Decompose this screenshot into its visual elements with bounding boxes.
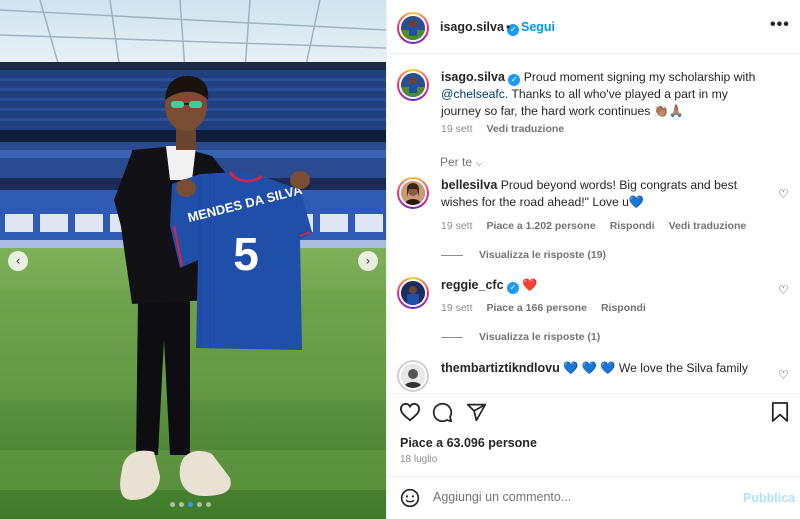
comment-time: 19 sett	[441, 302, 473, 314]
chevron-right-icon[interactable]: ›	[358, 251, 378, 271]
verified-icon: ✓	[508, 74, 521, 86]
carousel-dot[interactable]	[197, 502, 202, 507]
comment-username[interactable]: thembartiztikndlovu	[441, 361, 560, 375]
follow-button[interactable]: Segui	[521, 20, 555, 34]
post-media[interactable]: MENDES DA SILVA 5 ‹ ›	[0, 0, 386, 519]
comment-meta: 19 sett Piace a 1.202 persone Rispondi V…	[441, 220, 746, 232]
more-options-icon[interactable]: •••	[770, 16, 790, 34]
post-photo: MENDES DA SILVA 5	[0, 0, 386, 519]
emoji-icon[interactable]	[400, 488, 420, 508]
avatar[interactable]	[397, 177, 429, 209]
separator-dot: •	[506, 20, 511, 34]
replies-line	[441, 336, 463, 338]
heart-outline-icon[interactable]: ♡	[778, 283, 789, 297]
carousel-dots	[170, 502, 211, 507]
carousel-dot[interactable]	[179, 502, 184, 507]
jersey-number: 5	[233, 228, 259, 280]
translate-link[interactable]: Vedi traduzione	[669, 220, 747, 232]
translate-link[interactable]: Vedi traduzione	[487, 123, 565, 135]
comment-text: ❤️	[522, 278, 538, 292]
comment-username[interactable]: bellesilva	[441, 178, 497, 192]
reply-button[interactable]: Rispondi	[601, 302, 646, 314]
replies-line	[441, 254, 463, 256]
view-replies-button[interactable]: Visualizza le risposte (19)	[441, 249, 606, 261]
carousel-dot[interactable]	[206, 502, 211, 507]
avatar[interactable]	[397, 277, 429, 309]
post-header: isago.silva ✓ • Segui •••	[387, 0, 800, 54]
comment-text: 💙 💙 💙 We love the Silva family	[563, 361, 748, 375]
comment-likes[interactable]: Piace a 1.202 persone	[487, 220, 596, 232]
avatar[interactable]	[397, 360, 429, 392]
caption-meta: 19 sett Vedi traduzione	[441, 123, 564, 135]
post-date[interactable]: 18 luglio	[400, 454, 437, 465]
avatar[interactable]	[397, 69, 429, 101]
comment-bar: Pubblica	[387, 476, 800, 519]
heart-outline-icon[interactable]: ♡	[778, 368, 789, 382]
chevron-left-icon[interactable]: ‹	[8, 251, 28, 271]
comment-text-wrap: thembartiztikndlovu 💙 💙 💙 We love the Si…	[441, 360, 771, 377]
verified-icon: ✓	[506, 282, 519, 294]
mention-link[interactable]: @chelseafc	[441, 87, 505, 101]
chevron-down-icon: ⌵	[475, 158, 483, 169]
for-you-filter[interactable]: Per te ⌵	[440, 155, 483, 169]
heart-outline-icon[interactable]: ♡	[778, 187, 789, 201]
bookmark-icon[interactable]	[771, 402, 789, 422]
header-username[interactable]: isago.silva	[440, 20, 504, 34]
comment-input[interactable]	[433, 490, 723, 504]
comments-list[interactable]: isago.silva ✓ Proud moment signing my sc…	[387, 55, 800, 393]
comment-text-wrap: reggie_cfc ✓ ❤️	[441, 277, 771, 294]
comment-bubble-icon[interactable]	[432, 402, 453, 423]
likes-count[interactable]: Piace a 63.096 persone	[400, 436, 537, 450]
paper-plane-icon[interactable]	[466, 402, 487, 423]
heart-outline-icon[interactable]	[399, 402, 421, 422]
view-replies-label: Visualizza le risposte (1)	[479, 331, 601, 343]
caption-body: Proud moment signing my scholarship with	[523, 70, 756, 84]
comment-likes[interactable]: Piace a 166 persone	[487, 302, 587, 314]
carousel-dot[interactable]	[188, 502, 193, 507]
avatar[interactable]	[397, 12, 429, 44]
post-panel: isago.silva ✓ • Segui ••• isago.silva ✓ …	[386, 0, 800, 519]
caption-time: 19 sett	[441, 123, 473, 135]
view-replies-button[interactable]: Visualizza le risposte (1)	[441, 331, 600, 343]
publish-button[interactable]: Pubblica	[743, 491, 795, 505]
carousel-dot[interactable]	[170, 502, 175, 507]
comment-meta: 19 sett Piace a 166 persone Rispondi	[441, 302, 646, 314]
caption-username[interactable]: isago.silva	[441, 70, 505, 84]
reply-button[interactable]: Rispondi	[610, 220, 655, 232]
view-replies-label: Visualizza le risposte (19)	[479, 249, 607, 261]
caption-text: isago.silva ✓ Proud moment signing my sc…	[441, 69, 771, 120]
comment-text-wrap: bellesilva Proud beyond words! Big congr…	[441, 177, 771, 211]
comment-time: 19 sett	[441, 220, 473, 232]
for-you-label: Per te	[440, 155, 473, 169]
comment-username[interactable]: reggie_cfc	[441, 278, 504, 292]
